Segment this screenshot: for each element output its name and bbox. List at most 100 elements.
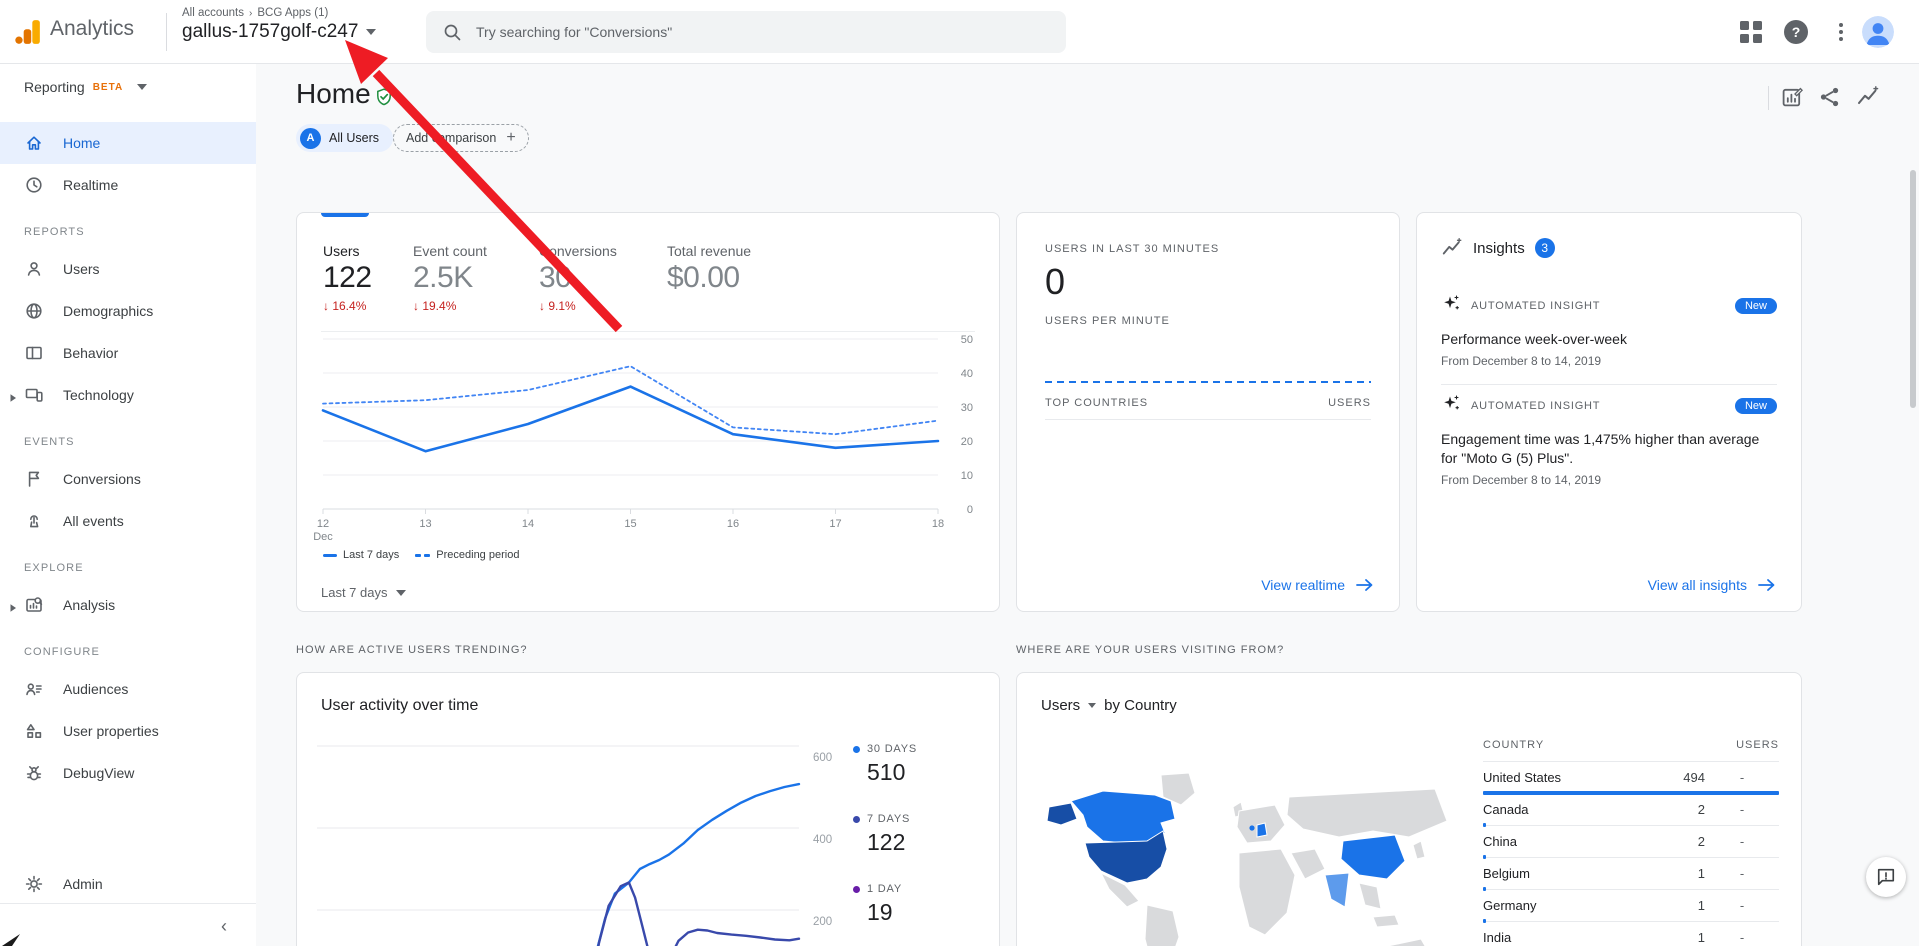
activity-legend-label: 7 DAYS	[853, 813, 917, 825]
metric-conversions[interactable]: Conversions 30 ↓ 9.1%	[539, 243, 667, 313]
search-input[interactable]	[476, 24, 1016, 40]
country-trend: -	[1739, 930, 1745, 945]
apps-grid-icon[interactable]	[1740, 21, 1762, 43]
add-comparison-button[interactable]: Add comparison +	[393, 124, 529, 152]
sidebar-item-conversions[interactable]: Conversions	[0, 458, 256, 500]
sidebar-item-home[interactable]: Home	[0, 122, 256, 164]
sidebar-item-demographics[interactable]: Demographics	[0, 290, 256, 332]
metric-total-revenue[interactable]: Total revenue $0.00	[667, 243, 817, 313]
metrics-row: Users 122 ↓ 16.4% Event count 2.5K ↓ 19.4% Con…	[323, 243, 817, 313]
map-belgium	[1249, 825, 1255, 831]
country-name: Belgium	[1483, 866, 1530, 881]
table-row-united-states: United States 494 -	[1483, 762, 1779, 795]
country-name: United States	[1483, 770, 1562, 785]
analytics-logo-icon[interactable]	[14, 18, 42, 46]
view-realtime-link[interactable]: View realtime	[1261, 577, 1375, 593]
collapse-sidebar-icon[interactable]: ‹	[212, 914, 236, 938]
dimension-dropdown[interactable]: Users	[1041, 697, 1080, 714]
world-map	[1046, 772, 1448, 946]
insights-count-badge: 3	[1534, 238, 1555, 258]
svg-text:16: 16	[727, 518, 739, 530]
activity-legend-1-day: 1 DAY 19	[853, 883, 917, 926]
svg-text:40: 40	[961, 368, 973, 380]
map-germany	[1256, 822, 1268, 838]
sidebar-item-user-properties[interactable]: User properties	[0, 710, 256, 752]
table-row-india: India 1 -	[1483, 922, 1779, 946]
sidebar-item-debugview[interactable]: DebugView	[0, 752, 256, 794]
insights-icon	[1442, 237, 1462, 255]
breadcrumb-account[interactable]: BCG Apps (1)	[257, 7, 328, 19]
expand-caret-icon[interactable]	[8, 600, 18, 612]
legend-swatch	[323, 553, 337, 557]
country-table: COUNTRY USERS United States 494- Canada 2- C…	[1483, 739, 1779, 946]
metric-label: Conversions	[539, 243, 617, 259]
reporting-selector[interactable]: Reporting BETA	[0, 64, 256, 110]
country-users: 494	[1683, 770, 1705, 785]
svg-text:0: 0	[967, 504, 973, 516]
metric-label: Users	[323, 243, 360, 259]
sidebar-item-label: Users	[63, 261, 100, 277]
insight-date: From December 8 to 14, 2019	[1441, 354, 1602, 368]
svg-text:14: 14	[522, 518, 534, 530]
sidebar: Reporting BETA Home Realtime REPORTS Users D…	[0, 64, 256, 946]
realtime-kicker: USERS IN LAST 30 MINUTES	[1045, 243, 1220, 255]
table-row-belgium: Belgium 1 -	[1483, 858, 1779, 891]
sparkle-icon	[1441, 293, 1461, 318]
sparkle-icon	[1441, 393, 1461, 418]
analysis-icon	[24, 595, 44, 615]
svg-text:20: 20	[961, 436, 973, 448]
realtime-value: 0	[1045, 261, 1066, 302]
feedback-button[interactable]	[1866, 857, 1906, 897]
new-badge: New	[1734, 397, 1777, 414]
insights-icon[interactable]	[1856, 85, 1880, 109]
activity-legend-label: 30 DAYS	[853, 743, 917, 755]
sidebar-item-all-events[interactable]: All events	[0, 500, 256, 542]
sidebar-item-realtime[interactable]: Realtime	[0, 164, 256, 206]
metric-label: Event count	[413, 243, 487, 259]
chart-legend: Last 7 days Preceding period	[323, 549, 519, 561]
customize-report-icon[interactable]	[1780, 85, 1804, 109]
user-activity-chart: 600 400 200	[317, 745, 832, 946]
metric-label: Total revenue	[667, 243, 752, 259]
expand-caret-icon[interactable]	[8, 390, 18, 402]
metric-users[interactable]: Users 122 ↓ 16.4%	[323, 243, 413, 313]
sidebar-item-label: Demographics	[63, 303, 154, 319]
clock-icon	[24, 175, 44, 195]
insight-title[interactable]: Performance week-over-week	[1441, 330, 1777, 349]
sidebar-item-admin[interactable]: Admin	[0, 864, 256, 904]
bug-icon	[24, 763, 44, 783]
sidebar-item-analysis[interactable]: Analysis	[0, 584, 256, 626]
feedback-icon	[1877, 868, 1895, 886]
property-selector[interactable]: gallus-1757golf-c247	[182, 21, 377, 43]
view-all-insights-link[interactable]: View all insights	[1648, 577, 1777, 593]
geo-card: Users by Country COUNTRY USERS United St…	[1016, 672, 1802, 946]
avatar[interactable]	[1862, 16, 1894, 48]
arrow-right-icon	[1758, 579, 1775, 591]
all-users-chip[interactable]: A All Users	[296, 124, 394, 152]
help-icon[interactable]: ?	[1784, 20, 1808, 44]
sidebar-item-behavior[interactable]: Behavior	[0, 332, 256, 374]
activity-legend-value: 510	[867, 759, 906, 785]
svg-text:17: 17	[829, 518, 841, 530]
kebab-menu-icon[interactable]	[1833, 20, 1849, 44]
metric-event-count[interactable]: Event count 2.5K ↓ 19.4%	[413, 243, 539, 313]
sidebar-item-users[interactable]: Users	[0, 248, 256, 290]
metric-value: $0.00	[667, 261, 740, 294]
insight-head: AUTOMATED INSIGHT New	[1441, 393, 1777, 418]
sidebar-item-technology[interactable]: Technology	[0, 374, 256, 416]
scrollbar-thumb[interactable]	[1910, 170, 1916, 408]
sidebar-item-label: Admin	[63, 876, 103, 892]
devices-icon	[24, 385, 44, 405]
svg-text:50: 50	[961, 334, 973, 346]
country-users: 1	[1697, 866, 1705, 881]
share-icon[interactable]	[1818, 85, 1842, 109]
plus-icon: +	[506, 129, 516, 146]
nav-section-header-configure: CONFIGURE	[24, 646, 100, 658]
insight-title[interactable]: Engagement time was 1,475% higher than a…	[1441, 430, 1777, 468]
sidebar-item-label: Technology	[63, 387, 134, 403]
breadcrumb-all-accounts[interactable]: All accounts	[182, 7, 244, 19]
insights-card: Insights 3 AUTOMATED INSIGHT New Performan…	[1416, 212, 1802, 612]
sidebar-item-audiences[interactable]: Audiences	[0, 668, 256, 710]
date-range-dropdown[interactable]: Last 7 days	[321, 585, 406, 600]
caret-down-icon	[137, 84, 148, 90]
